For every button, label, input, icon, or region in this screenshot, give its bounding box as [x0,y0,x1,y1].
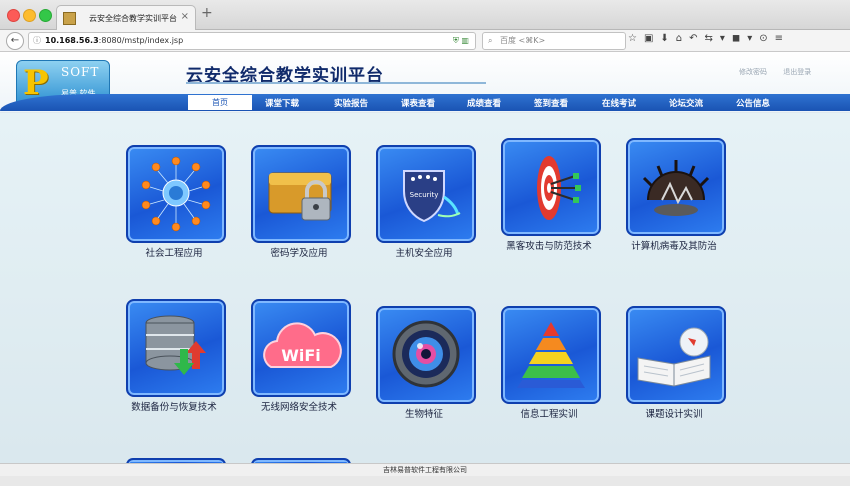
app-biometrics[interactable]: 生物特征 [376,306,476,420]
menu-checkin[interactable]: 签到查看 [534,97,568,109]
app-label-hacker-defense[interactable]: 黑客攻击与防范技术 [489,239,609,254]
url-path: :8080/mstp/index.jsp [98,36,184,45]
menu-online-exam[interactable]: 在线考试 [602,97,636,109]
database-backup-icon[interactable] [126,299,226,397]
menu-forum[interactable]: 论坛交流 [669,97,703,109]
book-globe-icon[interactable] [626,306,726,404]
info-icon[interactable]: ⓘ [33,33,41,49]
app-label-biometrics[interactable]: 生物特征 [364,407,484,422]
iris-icon[interactable] [376,306,476,404]
app-label-info-engineering[interactable]: 信息工程实训 [489,407,609,422]
menu-grades[interactable]: 成绩查看 [467,97,501,109]
app-computer-virus[interactable]: 计算机病毒及其防治 [626,138,726,252]
search-input[interactable]: ⌕ 百度 <⌘K> [482,32,626,50]
top-links: 修改密码 退出登录 [739,67,825,77]
menu-lab-reports[interactable]: 实验报告 [334,97,368,109]
target-darts-icon[interactable] [501,138,601,236]
virus-icon[interactable] [626,138,726,236]
minimize-window-icon[interactable] [23,9,36,22]
browser-tab[interactable]: 云安全综合教学实训平台 × [56,5,196,30]
logout-link[interactable]: 退出登录 [783,68,811,76]
url-bar[interactable]: ⓘ 10.168.56.3:8080/mstp/index.jsp ⛨ ▥ [28,32,476,50]
security-shield-icon[interactable]: Security [376,145,476,243]
app-label-host-security[interactable]: 主机安全应用 [364,246,484,261]
wifi-text: WiFi [281,346,321,365]
app-label-project-design[interactable]: 课题设计实训 [614,407,734,422]
app-label-wireless-security[interactable]: 无线网络安全技术 [239,400,359,415]
zoom-window-icon[interactable] [39,9,52,22]
wifi-cloud-icon[interactable]: WiFi [251,299,351,397]
back-arrow-icon[interactable]: ← [6,32,24,50]
app-cryptography[interactable]: 密码学及应用 [251,145,351,259]
pyramid-icon[interactable] [501,306,601,404]
tab-close-icon[interactable]: × [181,11,189,22]
app-data-backup[interactable]: 数据备份与恢复技术 [126,299,226,413]
menu-notices[interactable]: 公告信息 [736,97,770,109]
app-label-social-engineering[interactable]: 社会工程应用 [114,246,234,261]
title-underline [186,82,486,84]
social-engineering-icon[interactable] [126,145,226,243]
change-password-link[interactable]: 修改密码 [739,68,767,76]
browser-tab-bar: 云安全综合教学实训平台 × + [0,0,850,30]
app-host-security[interactable]: Security 主机安全应用 [376,145,476,259]
tab-title: 云安全综合教学实训平台 [89,14,177,23]
shield-text: Security [410,191,439,199]
search-icon: ⌕ [488,36,493,45]
shield-reader-icons[interactable]: ⛨ ▥ [453,33,469,49]
logo-soft: SOFT [61,65,100,79]
app-project-design[interactable]: 课题设计实训 [626,306,726,420]
app-wireless-security[interactable]: WiFi 无线网络安全技术 [251,299,351,413]
app-label-cryptography[interactable]: 密码学及应用 [239,246,359,261]
toolbar-icons[interactable]: ☆▣⬇⌂↶⇆▾◼▾⊙≡ [628,33,790,44]
main-menu: 首页 课堂下载 实验报告 课表查看 成绩查看 签到查看 在线考试 论坛交流 公告… [0,94,850,111]
app-social-engineering[interactable]: 社会工程应用 [126,145,226,259]
url-text: 10.168.56.3:8080/mstp/index.jsp [45,33,183,49]
menu-home[interactable]: 首页 [188,95,252,110]
padlock-wallet-icon[interactable] [251,145,351,243]
menu-downloads[interactable]: 课堂下载 [265,97,299,109]
window-bottom-bar [0,476,850,486]
search-placeholder: 百度 <⌘K> [500,36,546,45]
url-host: 10.168.56.3 [45,36,99,45]
menu-schedule[interactable]: 课表查看 [401,97,435,109]
new-tab-button[interactable]: + [201,5,213,21]
close-window-icon[interactable] [7,9,20,22]
app-hacker-defense[interactable]: 黑客攻击与防范技术 [501,138,601,252]
app-label-data-backup[interactable]: 数据备份与恢复技术 [114,400,234,415]
page-footer: 吉林易普软件工程有限公司 [0,463,850,476]
browser-nav-bar: ← ⓘ 10.168.56.3:8080/mstp/index.jsp ⛨ ▥ … [0,30,850,52]
app-info-engineering[interactable]: 信息工程实训 [501,306,601,420]
site-favicon-icon [63,12,76,25]
app-label-computer-virus[interactable]: 计算机病毒及其防治 [614,239,734,254]
